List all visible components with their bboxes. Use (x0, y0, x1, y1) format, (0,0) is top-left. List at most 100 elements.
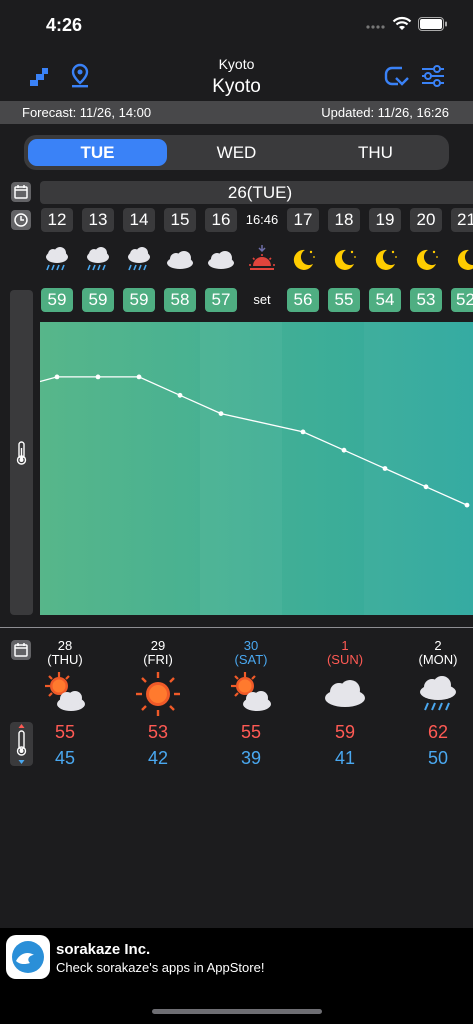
forecast-info-bar: Forecast: 11/26, 14:00 Updated: 11/26, 1… (0, 101, 473, 124)
temperature-point (218, 411, 224, 416)
week-high-temp: 55 (54, 722, 76, 742)
temperature-point (300, 429, 306, 435)
hour-cell: 12 (41, 208, 73, 232)
sun-cloud-icon (231, 672, 271, 711)
rain-cloud-icon (420, 676, 456, 711)
temp-cell: 57 (205, 288, 237, 312)
day-tab-bar: TUE WED THU (24, 135, 449, 170)
sunset-time: 16:46 (245, 212, 279, 227)
refresh-icon[interactable] (382, 62, 410, 90)
hour-cell: 20 (410, 208, 442, 232)
hour-cell: 15 (164, 208, 196, 232)
temperature-axis-bar (10, 290, 33, 615)
status-bar: 4:26 (0, 0, 473, 50)
week-day-of-week: (FRI) (143, 652, 173, 667)
status-time: 4:26 (46, 15, 83, 35)
week-day-label[interactable]: 30 (SAT) (216, 639, 286, 667)
chart-band (200, 322, 282, 615)
sunset-icon (249, 245, 275, 270)
temp-cell: 54 (369, 288, 401, 312)
sun-cloud-icon (45, 672, 85, 711)
battery-icon (418, 17, 447, 31)
moon-cloud-icon (293, 249, 315, 270)
moon-cloud-icon (334, 249, 356, 270)
week-high-temp: 55 (240, 722, 262, 742)
section-divider (0, 627, 473, 628)
week-day-label[interactable]: 28 (THU) (30, 639, 100, 667)
week-day-of-week: (THU) (47, 652, 83, 667)
hour-cell: 14 (123, 208, 155, 232)
updated-time: Updated: 11/26, 16:26 (321, 105, 449, 120)
thermometer-icon (16, 724, 27, 764)
week-day-number: 2 (434, 638, 442, 653)
thermometer-icon (16, 441, 27, 465)
temperature-point (136, 374, 142, 380)
calendar-icon (11, 640, 31, 660)
temperature-point (54, 374, 60, 380)
moon-cloud-icon (375, 249, 397, 270)
temp-cell: 59 (123, 288, 155, 312)
hour-cell: 18 (328, 208, 360, 232)
temperature-chart (40, 322, 473, 615)
temp-cell: 55 (328, 288, 360, 312)
week-day-of-week: (MON) (418, 652, 458, 667)
rain-cloud-icon (46, 247, 68, 271)
week-day-number: 1 (341, 638, 349, 653)
week-low-temp: 41 (334, 748, 356, 768)
temp-cell: 59 (82, 288, 114, 312)
temperature-point (177, 392, 183, 398)
signal-icon (366, 25, 385, 29)
week-day-label[interactable]: 29 (FRI) (123, 639, 193, 667)
tab-tue[interactable]: TUE (28, 139, 167, 166)
temperature-point (95, 374, 101, 380)
weekly-temperature-indicator (10, 722, 33, 766)
wave-logo-icon (12, 941, 44, 973)
temperature-point (382, 466, 388, 471)
week-day-label[interactable]: 2 (MON) (403, 639, 473, 667)
moon-cloud-icon (457, 249, 473, 270)
temp-cell: 56 (287, 288, 319, 312)
temp-cell: 52 (451, 288, 473, 312)
clock-icon (11, 210, 31, 230)
cloud-icon (167, 251, 193, 269)
home-indicator (152, 1009, 322, 1014)
hour-cell: 17 (287, 208, 319, 232)
app-header: Kyoto Kyoto (0, 50, 473, 100)
week-low-temp: 39 (240, 748, 262, 768)
ad-title: sorakaze Inc. (56, 941, 151, 958)
week-day-number: 30 (243, 638, 259, 653)
temp-cell: 53 (410, 288, 442, 312)
hour-cell: 21 (451, 208, 473, 232)
chart-band (364, 322, 473, 615)
hour-cell: 13 (82, 208, 114, 232)
week-day-of-week: (SAT) (234, 652, 268, 667)
rain-cloud-icon (128, 247, 150, 271)
ad-subtitle: Check sorakaze's apps in AppStore! (56, 960, 265, 975)
wifi-icon (392, 16, 412, 30)
hour-cell: 16 (205, 208, 237, 232)
temperature-point (423, 484, 429, 490)
week-day-label[interactable]: 1 (SUN) (310, 639, 380, 667)
week-high-temp: 59 (334, 722, 356, 742)
week-high-temp: 53 (147, 722, 169, 742)
forecast-time: Forecast: 11/26, 14:00 (22, 105, 152, 120)
tab-thu[interactable]: THU (306, 139, 445, 166)
settings-sliders-icon[interactable] (419, 62, 447, 90)
sunset-label: set (253, 292, 271, 307)
temp-cell: 59 (41, 288, 73, 312)
week-high-temp: 62 (427, 722, 449, 742)
week-low-temp: 45 (54, 748, 76, 768)
temperature-point (341, 447, 347, 453)
week-day-of-week: (SUN) (326, 652, 364, 667)
week-low-temp: 42 (147, 748, 169, 768)
sun-icon (136, 672, 180, 716)
sorakaze-logo (6, 935, 50, 979)
cloud-icon (325, 680, 365, 707)
temperature-point (464, 502, 470, 508)
week-low-temp: 50 (427, 748, 449, 768)
cloud-icon (208, 251, 234, 269)
hour-cell: 19 (369, 208, 401, 232)
moon-cloud-icon (416, 249, 438, 270)
calendar-icon (11, 182, 31, 202)
tab-wed[interactable]: WED (167, 139, 306, 166)
